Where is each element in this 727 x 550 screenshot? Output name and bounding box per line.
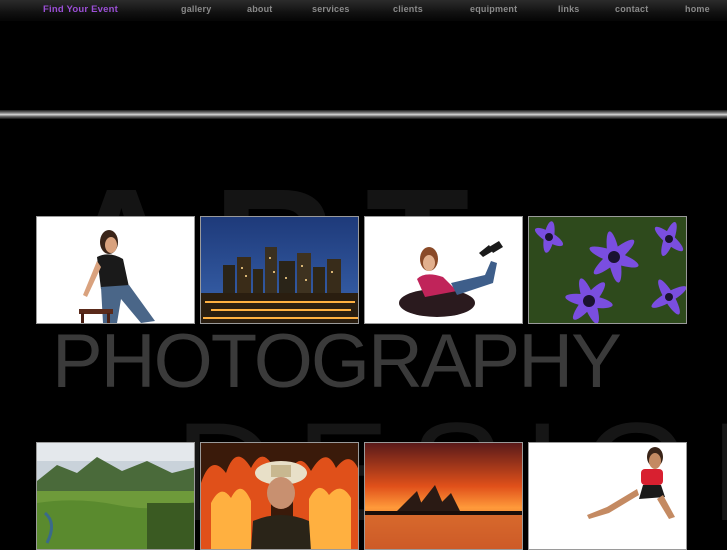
nav-equipment-link[interactable]: equipment <box>470 4 517 14</box>
nav-clients-link[interactable]: clients <box>393 4 423 14</box>
gallery-thumb-purple-flowers[interactable] <box>528 216 687 324</box>
header-banner <box>0 21 727 110</box>
city-skyline-image <box>201 217 358 323</box>
girl-pillow-image <box>365 217 522 323</box>
purple-flowers-image <box>529 217 686 323</box>
nav-contact-link[interactable]: contact <box>615 4 648 14</box>
find-your-event-link[interactable]: Find Your Event <box>43 4 118 15</box>
top-navigation: Find Your Event gallery about services c… <box>0 0 727 21</box>
nav-services-link[interactable]: services <box>312 4 350 14</box>
athlete-stretch-image <box>529 443 686 549</box>
model-stool-image <box>37 217 194 323</box>
gallery-thumb-sunset-harbour[interactable] <box>364 442 523 550</box>
firefighter-image <box>201 443 358 549</box>
nav-home-link[interactable]: home <box>685 4 710 14</box>
gallery-thumb-athlete-stretch[interactable] <box>528 442 687 550</box>
gallery-thumb-girl-pillow[interactable] <box>364 216 523 324</box>
gallery-thumb-city-skyline[interactable] <box>200 216 359 324</box>
green-valley-image <box>37 443 194 549</box>
nav-about-link[interactable]: about <box>247 4 273 14</box>
gallery-thumb-green-valley[interactable] <box>36 442 195 550</box>
watermark-photography-text: PHOTOGRAPHY <box>52 319 622 404</box>
nav-links-link[interactable]: links <box>558 4 580 14</box>
header-divider <box>0 110 727 119</box>
nav-gallery-link[interactable]: gallery <box>181 4 211 14</box>
gallery-thumb-firefighter[interactable] <box>200 442 359 550</box>
gallery-thumb-model-stool[interactable] <box>36 216 195 324</box>
sunset-harbour-image <box>365 443 522 549</box>
